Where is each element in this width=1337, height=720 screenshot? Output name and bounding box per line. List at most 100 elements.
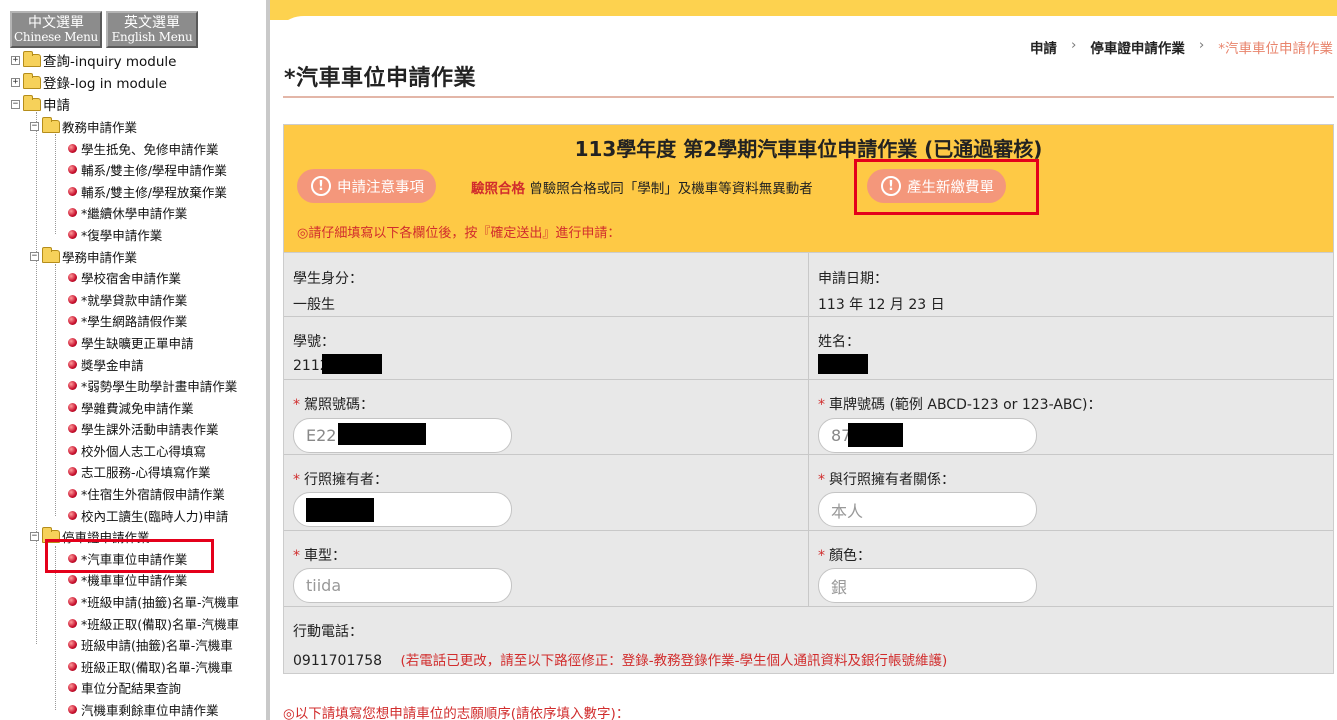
column-divider xyxy=(808,253,809,606)
breadcrumb-apply[interactable]: 申請 xyxy=(1030,37,1057,57)
tree-connector xyxy=(36,112,37,644)
identity-value: 一般生 xyxy=(293,297,335,313)
folder-open-icon xyxy=(42,116,60,133)
exclamation-icon: ! xyxy=(311,176,331,196)
tree-leaf[interactable]: 獎學金申請 xyxy=(68,354,144,374)
main-content: 申請 › 停車證申請作業 › *汽車車位申請作業 *汽車車位申請作業 113學年… xyxy=(270,0,1337,720)
bullet-icon xyxy=(68,402,77,412)
form-instruction: ◎請仔細填寫以下各欄位後，按『確定送出』進行申請： xyxy=(297,226,621,241)
license-notice: 驗照合格 曾驗照合格或同「學制」及機車等資料無異動者 xyxy=(471,181,813,197)
row-divider xyxy=(284,606,1333,607)
redaction-block xyxy=(322,354,382,374)
tree-group-academic[interactable]: − 教務申請作業 xyxy=(30,116,137,136)
breadcrumb-separator: › xyxy=(1070,37,1077,53)
bullet-icon xyxy=(68,423,77,433)
tree-leaf[interactable]: *班級申請(抽籤)名單-汽機車 xyxy=(68,591,239,611)
breadcrumb-parking[interactable]: 停車證申請作業 xyxy=(1090,37,1185,57)
bullet-icon xyxy=(68,661,77,671)
tree-item-inquiry-module[interactable]: + 查詢-inquiry module xyxy=(11,50,176,70)
notice-button[interactable]: ! 申請注意事項 xyxy=(297,169,436,203)
license-label: * 駕照號碼： xyxy=(293,397,374,413)
relation-label: * 與行照擁有者關係： xyxy=(818,472,955,488)
row-divider xyxy=(284,530,1333,531)
title-divider xyxy=(283,96,1334,98)
bullet-icon xyxy=(68,639,77,649)
bullet-icon xyxy=(68,337,77,347)
tree-item-apply[interactable]: − 申請 xyxy=(11,94,70,114)
preference-order-note: ◎以下請填寫您想申請車位的志願順序(請依序填入數字)： xyxy=(283,706,630,720)
redaction-block xyxy=(306,498,374,522)
student-id-label: 學號： xyxy=(293,334,335,350)
tree-leaf[interactable]: 車位分配結果查詢 xyxy=(68,677,181,697)
tree-leaf[interactable]: 志工服務-心得填寫作業 xyxy=(68,461,211,481)
collapse-minus-icon[interactable]: − xyxy=(11,99,20,109)
bullet-icon xyxy=(68,445,77,455)
tree-leaf[interactable]: 校外個人志工心得填寫 xyxy=(68,440,206,460)
tree-leaf[interactable]: 輔系/雙主修/學程放棄作業 xyxy=(68,181,227,201)
collapse-minus-icon[interactable]: − xyxy=(30,251,39,261)
phone-update-note: (若電話已更改，請至以下路徑修正：登錄-教務登錄作業-學生個人通訊資料及銀行帳號… xyxy=(400,653,948,669)
tree-leaf[interactable]: 校內工讀生(臨時人力)申請 xyxy=(68,505,228,525)
generate-bill-highlight-box xyxy=(854,159,1039,215)
owner-label: * 行照擁有者： xyxy=(293,472,388,488)
redaction-block xyxy=(848,423,903,447)
tree-leaf[interactable]: *復學申請作業 xyxy=(68,224,162,244)
name-label: 姓名： xyxy=(818,334,860,350)
folder-open-icon xyxy=(23,94,41,111)
car-type-input[interactable]: tiida xyxy=(293,568,512,603)
tree-connector xyxy=(55,134,56,234)
collapse-minus-icon[interactable]: − xyxy=(30,121,39,131)
breadcrumb-current: *汽車車位申請作業 xyxy=(1218,41,1333,57)
color-input[interactable]: 銀 xyxy=(818,568,1037,603)
english-menu-button[interactable]: 英文選單 English Menu xyxy=(106,11,198,48)
tree-leaf[interactable]: *就學貸款申請作業 xyxy=(68,289,187,309)
selection-highlight-box xyxy=(45,539,214,573)
chinese-menu-button[interactable]: 中文選單 Chinese Menu xyxy=(10,11,102,48)
expand-plus-icon[interactable]: + xyxy=(11,55,20,65)
bullet-icon xyxy=(68,143,77,153)
redaction-block xyxy=(818,354,868,374)
bullet-icon xyxy=(68,596,77,606)
required-marker: * xyxy=(293,472,300,488)
collapse-minus-icon[interactable]: − xyxy=(30,531,39,541)
bullet-icon xyxy=(68,294,77,304)
required-marker: * xyxy=(818,397,825,413)
tree-item-login-module[interactable]: + 登錄-log in module xyxy=(11,72,167,92)
tree-leaf[interactable]: 學生課外活動申請表作業 xyxy=(68,418,219,438)
tree-group-student-affairs[interactable]: − 學務申請作業 xyxy=(30,246,137,266)
breadcrumb: 申請 › 停車證申請作業 › *汽車車位申請作業 xyxy=(1030,37,1333,57)
tree-leaf[interactable]: 輔系/雙主修/學程申請作業 xyxy=(68,159,227,179)
tree-leaf[interactable]: 學校宿舍申請作業 xyxy=(68,267,181,287)
tree-leaf[interactable]: 學生抵免、免修申請作業 xyxy=(68,138,219,158)
redaction-block xyxy=(338,423,426,445)
bullet-icon xyxy=(68,207,77,217)
tree-leaf[interactable]: 班級申請(抽籤)名單-汽機車 xyxy=(68,634,233,654)
tree-leaf[interactable]: 學生缺曠更正單申請 xyxy=(68,332,194,352)
tree-leaf[interactable]: 學雜費減免申請作業 xyxy=(68,397,194,417)
bullet-icon xyxy=(68,682,77,692)
relation-input[interactable]: 本人 xyxy=(818,492,1037,527)
tree-leaf[interactable]: 班級正取(備取)名單-汽機車 xyxy=(68,656,233,676)
color-label: * 顏色： xyxy=(818,548,871,564)
tree-leaf[interactable]: *住宿生外宿請假申請作業 xyxy=(68,483,225,503)
bullet-icon xyxy=(68,229,77,239)
required-marker: * xyxy=(293,548,300,564)
bullet-icon xyxy=(68,272,77,282)
bullet-icon xyxy=(68,359,77,369)
phone-value: 0911701758 xyxy=(293,653,383,669)
tree-leaf[interactable]: *繼續休學申請作業 xyxy=(68,202,187,222)
bullet-icon xyxy=(68,510,77,520)
tree-leaf[interactable]: 汽機車剩餘車位申請作業 xyxy=(68,699,219,719)
tree-leaf[interactable]: *班級正取(備取)名單-汽機車 xyxy=(68,613,239,633)
breadcrumb-separator: › xyxy=(1198,37,1205,53)
bullet-icon xyxy=(68,466,77,476)
folder-icon xyxy=(23,72,41,89)
tree-leaf[interactable]: *學生網路請假作業 xyxy=(68,310,187,330)
expand-plus-icon[interactable]: + xyxy=(11,77,20,87)
phone-label: 行動電話： xyxy=(293,624,363,640)
folder-icon xyxy=(23,50,41,67)
tree-leaf[interactable]: *弱勢學生助學計畫申請作業 xyxy=(68,375,237,395)
bullet-icon xyxy=(68,618,77,628)
folder-open-icon xyxy=(42,246,60,263)
menu-language-switch: 中文選單 Chinese Menu 英文選單 English Menu xyxy=(10,11,198,48)
